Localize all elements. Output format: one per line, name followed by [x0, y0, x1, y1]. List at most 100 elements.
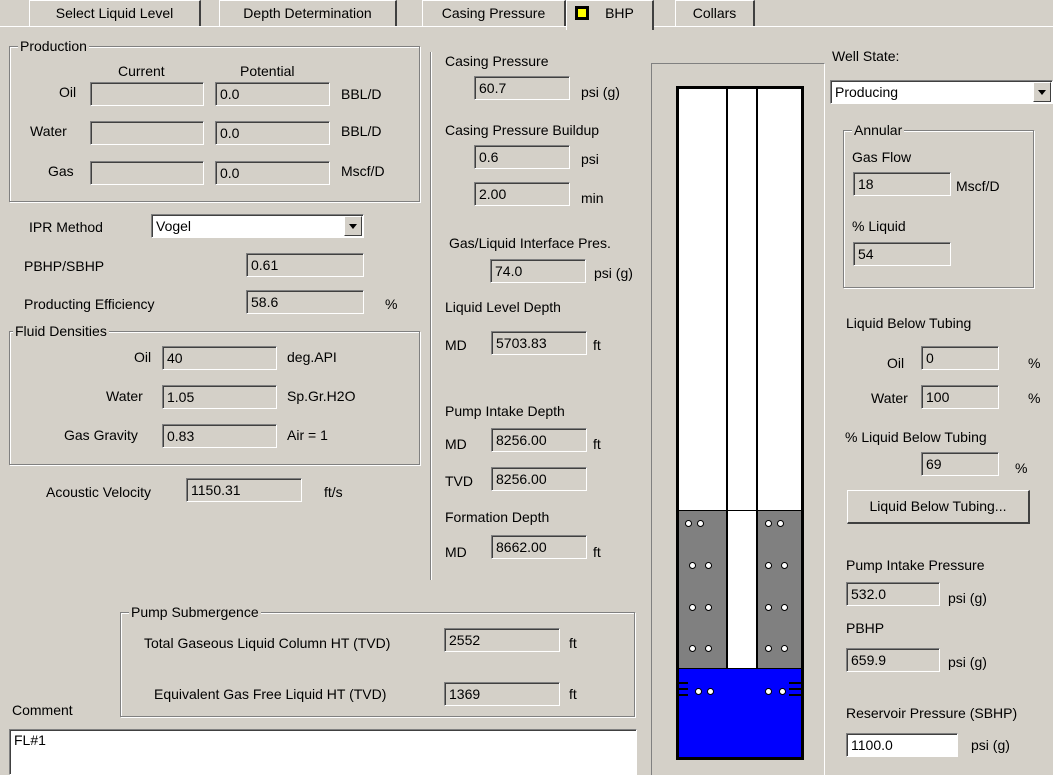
pump-intake-pressure-unit: psi (g) [948, 590, 987, 606]
efficiency-field[interactable]: 58.6 [246, 290, 364, 314]
fluid-water-unit: Sp.Gr.H2O [287, 388, 356, 404]
perforation-dot [705, 604, 712, 611]
perforation-dot [689, 562, 696, 569]
gas-potential-unit: Mscf/D [341, 163, 385, 179]
ipr-dropdown-arrow-icon[interactable] [344, 216, 362, 236]
acoustic-velocity-field[interactable]: 1150.31 [186, 478, 302, 502]
fluid-water-label: Water [106, 388, 143, 404]
pct-liquid-below-tubing-label: % Liquid Below Tubing [845, 429, 987, 445]
perforation-dot [765, 688, 772, 695]
pbhp-unit: psi (g) [948, 654, 987, 670]
pump-intake-tvd-field[interactable]: 8256.00 [491, 467, 587, 491]
well-state-select[interactable]: Producing [830, 80, 1053, 104]
pump-intake-md-unit: ft [593, 436, 601, 452]
pct-liquid-below-tubing-field[interactable]: 69 [921, 452, 999, 476]
formation-md-field[interactable]: 8662.00 [491, 535, 587, 559]
annulus-gas-column-right [757, 511, 801, 669]
below-tubing-water-field[interactable]: 100 [921, 385, 999, 409]
well-state-dropdown-arrow-icon[interactable] [1033, 82, 1051, 102]
buildup-psi-unit: psi [581, 151, 599, 167]
perforation-dot [685, 520, 692, 527]
fluid-water-field[interactable]: 1.05 [162, 385, 277, 409]
oil-current-field[interactable] [90, 82, 204, 106]
perforation-dot [707, 688, 714, 695]
buildup-min-field[interactable]: 2.00 [474, 182, 570, 206]
perforation-dot [781, 645, 788, 652]
interface-pressure-field[interactable]: 74.0 [490, 259, 586, 283]
ipr-method-value: Vogel [156, 218, 192, 234]
reservoir-pressure-field[interactable]: 1100.0 [846, 733, 958, 757]
comment-label: Comment [12, 702, 73, 718]
water-potential-unit: BBL/D [341, 123, 382, 139]
annular-liquid-field[interactable]: 54 [853, 242, 951, 266]
perforation-dot [765, 645, 772, 652]
fluid-oil-unit: deg.API [287, 349, 337, 365]
acoustic-velocity-unit: ft/s [324, 484, 343, 500]
ipr-method-select[interactable]: Vogel [151, 214, 364, 238]
buildup-psi-field[interactable]: 0.6 [474, 145, 570, 169]
bhp-tab-marker-icon [575, 6, 589, 20]
tab-casing-pressure[interactable]: Casing Pressure [422, 0, 566, 26]
perforation-dot [689, 604, 696, 611]
pump-intake-md-label: MD [445, 436, 467, 452]
equiv-liquid-field[interactable]: 1369 [444, 682, 560, 706]
liquid-level-md-label: MD [445, 337, 467, 353]
pump-intake-depth-title: Pump Intake Depth [445, 403, 565, 419]
tab-select-liquid-level[interactable]: Select Liquid Level [29, 0, 201, 26]
below-tubing-oil-field[interactable]: 0 [921, 346, 999, 370]
liquid-below-tubing-title: Liquid Below Tubing [846, 315, 972, 331]
tab-bhp[interactable]: BHP [566, 0, 654, 30]
buildup-min-unit: min [581, 190, 604, 206]
annular-liquid-label: % Liquid [852, 218, 906, 234]
total-column-label: Total Gaseous Liquid Column HT (TVD) [144, 635, 391, 651]
production-oil-label: Oil [59, 84, 77, 100]
fluid-gas-gravity-field[interactable]: 0.83 [162, 424, 277, 448]
wellbore-diagram [676, 86, 804, 760]
perforation-dot [765, 604, 772, 611]
perforation-dot [695, 688, 702, 695]
perforation-dot [765, 520, 772, 527]
total-column-field[interactable]: 2552 [444, 628, 560, 652]
gas-potential-field[interactable]: 0.0 [215, 161, 330, 185]
perforation-dot [781, 604, 788, 611]
water-potential-field[interactable]: 0.0 [215, 121, 330, 145]
perforation-dot [705, 562, 712, 569]
pbhp-sbhp-field[interactable]: 0.61 [246, 253, 364, 277]
liquid-level-md-unit: ft [593, 337, 601, 353]
oil-potential-field[interactable]: 0.0 [215, 82, 330, 106]
interface-pressure-unit: psi (g) [594, 265, 633, 281]
tab-collars[interactable]: Collars [675, 0, 755, 26]
fluid-densities-title: Fluid Densities [13, 323, 109, 339]
reservoir-pressure-unit: psi (g) [971, 737, 1010, 753]
water-current-field[interactable] [90, 121, 204, 145]
pump-intake-pressure-field[interactable]: 532.0 [846, 582, 940, 606]
tab-strip-line [0, 26, 1053, 27]
annular-gas-flow-label: Gas Flow [852, 149, 912, 165]
well-state-label: Well State: [832, 48, 900, 64]
fluid-oil-field[interactable]: 40 [162, 346, 277, 370]
fluid-oil-label: Oil [134, 349, 152, 365]
casing-pressure-field[interactable]: 60.7 [474, 76, 570, 100]
below-tubing-water-unit: % [1028, 390, 1041, 406]
pump-intake-pressure-label: Pump Intake Pressure [846, 557, 985, 573]
tubing-wall-left [726, 89, 728, 669]
fluid-gas-gravity-unit: Air = 1 [287, 427, 328, 443]
annular-gas-flow-unit: Mscf/D [956, 178, 1000, 194]
gas-current-field[interactable] [90, 161, 204, 185]
annular-gas-flow-field[interactable]: 18 [853, 172, 951, 196]
liquid-level-depth-title: Liquid Level Depth [445, 299, 561, 315]
pump-intake-tvd-label: TVD [445, 473, 473, 489]
pbhp-field[interactable]: 659.9 [846, 648, 940, 672]
tab-depth-determination[interactable]: Depth Determination [219, 0, 397, 26]
acoustic-velocity-label: Acoustic Velocity [46, 484, 152, 500]
pump-intake-md-field[interactable]: 8256.00 [491, 428, 587, 452]
equiv-liquid-label: Equivalent Gas Free Liquid HT (TVD) [154, 686, 387, 702]
liquid-below-tubing-button[interactable]: Liquid Below Tubing... [847, 490, 1030, 524]
perforation-dot [765, 562, 772, 569]
liquid-level-md-field[interactable]: 5703.83 [491, 331, 587, 355]
comment-textarea[interactable]: FL#1 [9, 729, 637, 775]
total-column-unit: ft [569, 635, 577, 651]
liquid-column [679, 669, 801, 757]
below-tubing-water-label: Water [871, 390, 908, 406]
interface-line [679, 668, 801, 669]
